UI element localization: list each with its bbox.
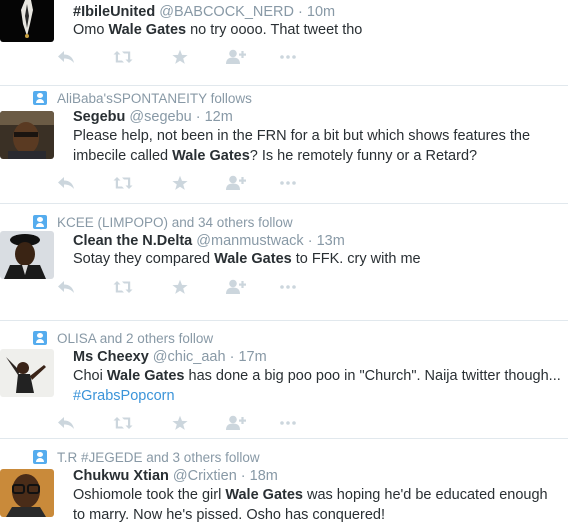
follow-add-icon[interactable]	[225, 47, 247, 67]
text-segment: Sotay they compared	[73, 251, 215, 267]
avatar[interactable]	[0, 349, 54, 397]
tweet-timestamp[interactable]: 13m	[317, 233, 345, 249]
separator: ·	[294, 4, 307, 20]
author-name[interactable]: Segebu	[73, 109, 125, 125]
text-segment: ? Is he remotely funny or a Retard?	[249, 147, 478, 164]
author-name[interactable]: Chukwu Xtian	[73, 468, 169, 484]
tweet[interactable]: T.R #JEGEDE and 3 others follow Chukwu X…	[0, 439, 568, 528]
more-options-icon[interactable]	[277, 173, 299, 193]
follow-add-icon[interactable]	[225, 277, 247, 297]
tweet[interactable]: AliBaba'sSPONTANEITY follows Segebu @seg…	[0, 86, 568, 204]
social-context-label: AliBaba'sSPONTANEITY follows	[57, 91, 252, 106]
tweet-text: Choi Wale Gates has done a big poo poo i…	[73, 367, 562, 406]
separator: ·	[225, 349, 239, 365]
separator: ·	[236, 468, 250, 484]
tweet-timeline: #IbileUnited @BABCOCK_NERD · 10m Omo Wal…	[0, 0, 568, 528]
tweet[interactable]: #IbileUnited @BABCOCK_NERD · 10m Omo Wal…	[0, 0, 568, 86]
more-options-icon[interactable]	[277, 47, 299, 67]
favorite-icon[interactable]	[169, 277, 191, 297]
more-options-icon[interactable]	[277, 277, 299, 297]
text-segment: Oshiomole took the girl	[73, 487, 226, 503]
author-handle[interactable]: @segebu	[129, 109, 191, 125]
reply-icon[interactable]	[55, 413, 77, 433]
separator: ·	[191, 109, 205, 125]
social-context: OLISA and 2 others follow	[33, 331, 213, 346]
highlighted-keyword: Wale Gates	[106, 368, 185, 384]
text-segment: Choi	[73, 368, 107, 384]
avatar[interactable]	[0, 0, 54, 42]
follow-add-icon[interactable]	[225, 413, 247, 433]
author-name[interactable]: Ms Cheexy	[73, 349, 149, 365]
social-context: KCEE (LIMPOPO) and 34 others follow	[33, 215, 293, 230]
reply-icon[interactable]	[55, 277, 77, 297]
social-context-label: OLISA and 2 others follow	[57, 331, 214, 346]
author-handle[interactable]: @manmustwack	[196, 233, 303, 249]
highlighted-keyword: Wale Gates	[214, 251, 292, 267]
separator: ·	[303, 233, 317, 249]
tweet-timestamp[interactable]: 12m	[205, 109, 233, 125]
tweet-timestamp[interactable]: 18m	[250, 468, 278, 484]
text-segment: to FFK. cry with me	[291, 251, 421, 267]
retweet-icon[interactable]	[112, 277, 134, 297]
follow-person-icon	[33, 215, 47, 229]
follow-person-icon	[33, 450, 47, 464]
social-context: T.R #JEGEDE and 3 others follow	[33, 450, 260, 465]
favorite-icon[interactable]	[169, 413, 191, 433]
hashtag-link[interactable]: #GrabsPopcorn	[73, 388, 175, 404]
favorite-icon[interactable]	[169, 47, 191, 67]
text-segment: has done a big poo poo in "Church". Naij…	[184, 368, 561, 384]
author-handle[interactable]: @BABCOCK_NERD	[159, 4, 294, 20]
text-segment: no try oooo. That tweet tho	[186, 22, 363, 38]
author-handle[interactable]: @chic_aah	[153, 349, 226, 365]
reply-icon[interactable]	[55, 173, 77, 193]
retweet-icon[interactable]	[112, 47, 134, 67]
more-options-icon[interactable]	[277, 413, 299, 433]
avatar[interactable]	[0, 111, 54, 159]
tweet-text: Omo Wale Gates no try oooo. That tweet t…	[73, 21, 562, 41]
social-context-label: KCEE (LIMPOPO) and 34 others follow	[57, 215, 293, 230]
author-handle[interactable]: @Crixtien	[173, 468, 237, 484]
follow-person-icon	[33, 91, 47, 105]
social-context: AliBaba'sSPONTANEITY follows	[33, 91, 252, 106]
text-segment: Omo	[73, 22, 109, 38]
tweet[interactable]: KCEE (LIMPOPO) and 34 others follow Clea…	[0, 204, 568, 321]
author-name[interactable]: Clean the N.Delta	[73, 233, 192, 249]
avatar[interactable]	[0, 231, 54, 279]
highlighted-keyword: Wale Gates	[108, 22, 187, 38]
tweet-timestamp[interactable]: 17m	[238, 349, 266, 365]
favorite-icon[interactable]	[169, 173, 191, 193]
retweet-icon[interactable]	[112, 173, 134, 193]
author-name[interactable]: #IbileUnited	[73, 4, 155, 20]
highlighted-keyword: Wale Gates	[225, 487, 303, 503]
retweet-icon[interactable]	[112, 413, 134, 433]
tweet-text: Sotay they compared Wale Gates to FFK. c…	[73, 250, 562, 270]
highlighted-keyword: Wale Gates	[172, 147, 250, 164]
social-context-label: T.R #JEGEDE and 3 others follow	[57, 450, 260, 465]
tweet-text: Please help, not been in the FRN for a b…	[73, 127, 562, 166]
tweet-text: Oshiomole took the girl Wale Gates was h…	[73, 486, 562, 525]
follow-person-icon	[33, 331, 47, 345]
tweet[interactable]: OLISA and 2 others follow Ms Cheexy @chi…	[0, 321, 568, 439]
tweet-timestamp[interactable]: 10m	[307, 4, 335, 20]
follow-add-icon[interactable]	[225, 173, 247, 193]
reply-icon[interactable]	[55, 47, 77, 67]
avatar[interactable]	[0, 469, 54, 517]
